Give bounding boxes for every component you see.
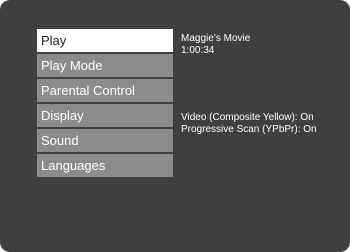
progressive-scan-status: Progressive Scan (YPbPr): On [181, 124, 317, 135]
video-output-status: Video (Composite Yellow): On [181, 112, 314, 123]
menu-item-play[interactable]: Play [37, 29, 173, 52]
menu-item-parental-control[interactable]: Parental Control [37, 79, 173, 102]
menu-item-languages[interactable]: Languages [37, 154, 173, 177]
movie-title: Maggie’s Movie [181, 33, 251, 44]
playback-time: 1:00:34 [181, 45, 215, 56]
main-menu: Play Play Mode Parental Control Display … [37, 29, 173, 179]
menu-item-play-mode[interactable]: Play Mode [37, 54, 173, 77]
menu-item-display[interactable]: Display [37, 104, 173, 127]
menu-item-sound[interactable]: Sound [37, 129, 173, 152]
output-status-info: Video (Composite Yellow): On Progressive… [181, 112, 317, 136]
dvd-menu-screen: Play Play Mode Parental Control Display … [0, 0, 350, 252]
now-playing-info: Maggie’s Movie 1:00:34 [181, 33, 250, 57]
